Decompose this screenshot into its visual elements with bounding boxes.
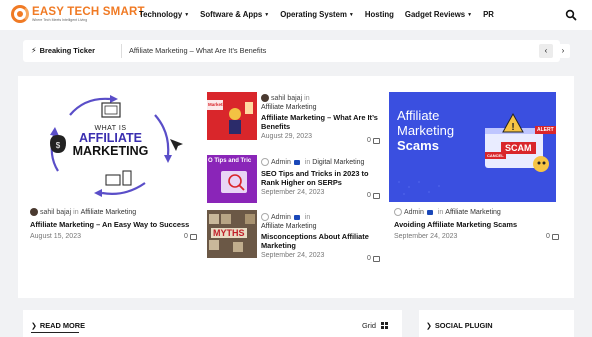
post-date: August 29, 2023 [261, 133, 312, 140]
post-date: September 24, 2023 [394, 233, 458, 240]
site-logo[interactable]: EASY TECH SMART Where Tech Meets Intelli… [11, 5, 145, 23]
post-title[interactable]: SEO Tips and Tricks in 2023 to Rank High… [261, 169, 379, 187]
post-title[interactable]: Avoiding Affiliate Marketing Scams [394, 220, 517, 229]
featured-post-image[interactable]: $ WHAT IS AFFILIATE MARKETING [30, 87, 191, 203]
avatar [261, 158, 269, 166]
read-more-heading[interactable]: ❯ READ MORE [31, 321, 85, 330]
main-nav: Technology ▼ Software & Apps ▼ Operating S… [139, 10, 505, 19]
post-meta: Admin in Affiliate Marketing [394, 208, 501, 216]
logo-title: EASY TECH SMART [32, 6, 145, 18]
comment-count[interactable]: 0 [367, 137, 380, 144]
search-icon[interactable] [565, 9, 577, 21]
ticker-label: ⚡ Breaking Ticker [31, 46, 95, 55]
avatar [261, 94, 269, 102]
flag-icon [293, 214, 300, 220]
chevron-down-icon: ▼ [264, 11, 270, 18]
heading-underline [31, 332, 79, 333]
logo-icon [11, 5, 29, 23]
lightning-icon: ⚡ [31, 46, 37, 55]
avatar [261, 213, 269, 221]
post-meta: sahil bajaj in Affiliate Marketing [30, 208, 136, 216]
comment-icon [372, 192, 380, 199]
social-plugin-section: ❯ SOCIAL PLUGIN [419, 310, 574, 337]
nav-hosting[interactable]: Hosting [365, 10, 394, 19]
comment-count[interactable]: 0 [546, 233, 559, 240]
flag-icon [426, 209, 433, 215]
site-header: EASY TECH SMART Where Tech Meets Intelli… [0, 0, 592, 30]
comment-icon [372, 137, 380, 144]
nav-technology[interactable]: Technology ▼ [139, 10, 189, 19]
nav-software-apps[interactable]: Software & Apps ▼ [200, 10, 269, 19]
ticker-next-button[interactable]: › [556, 44, 570, 58]
post-date: September 24, 2023 [261, 189, 325, 196]
post-thumbnail[interactable]: Marketing [207, 92, 257, 140]
logo-tagline: Where Tech Meets Intelligent Living [32, 18, 88, 22]
post-thumbnail[interactable]: MYTHS [207, 210, 257, 258]
post-title[interactable]: Affiliate Marketing – What Are It’s Bene… [261, 113, 379, 131]
read-more-section: ❯ READ MORE Grid [23, 310, 402, 337]
chevron-down-icon: ▼ [467, 11, 473, 18]
social-plugin-heading: ❯ SOCIAL PLUGIN [426, 321, 493, 330]
post-category[interactable]: Affiliate Marketing [261, 104, 379, 111]
grid-view-toggle[interactable]: Grid [362, 321, 389, 330]
avatar [30, 208, 38, 216]
grid-icon [380, 321, 389, 330]
post-title[interactable]: Affiliate Marketing – An Easy Way to Suc… [30, 220, 189, 229]
post-meta: sahil bajaj in [261, 94, 379, 102]
post-category[interactable]: Affiliate Marketing [261, 223, 379, 230]
ticker-prev-button[interactable]: ‹ [539, 44, 553, 58]
post-thumbnail[interactable]: O Tips and Tric [207, 155, 257, 203]
nav-operating-system[interactable]: Operating System ▼ [280, 10, 354, 19]
nav-pr[interactable]: PR [483, 10, 494, 19]
breaking-ticker: ⚡ Breaking Ticker Affiliate Marketing – … [23, 40, 570, 62]
svg-text:!: ! [511, 122, 514, 133]
nav-gadget-reviews[interactable]: Gadget Reviews ▼ [405, 10, 472, 19]
featured-post-image[interactable]: ! Affiliate Marketing Scams ALERT SCAM C… [389, 92, 556, 202]
avatar [394, 208, 402, 216]
chevron-right-icon: ❯ [31, 322, 37, 330]
chevron-right-icon: ❯ [426, 322, 432, 330]
flag-icon [293, 159, 300, 165]
comment-icon [372, 255, 380, 262]
chevron-down-icon: ▼ [348, 11, 354, 18]
comment-count[interactable]: 0 [367, 255, 380, 262]
post-date: August 15, 2023 [30, 233, 81, 240]
comment-icon [189, 233, 197, 240]
divider [121, 44, 122, 58]
comment-icon [551, 233, 559, 240]
comment-count[interactable]: 0 [367, 192, 380, 199]
comment-count[interactable]: 0 [184, 233, 197, 240]
post-title[interactable]: Misconceptions About Affiliate Marketing [261, 232, 379, 250]
ticker-headline-link[interactable]: Affiliate Marketing – What Are It’s Bene… [129, 46, 266, 55]
post-meta: Admin in [261, 213, 379, 221]
chevron-down-icon: ▼ [184, 11, 190, 18]
post-date: September 24, 2023 [261, 252, 325, 259]
post-meta: Admin in Digital Marketing [261, 158, 379, 166]
